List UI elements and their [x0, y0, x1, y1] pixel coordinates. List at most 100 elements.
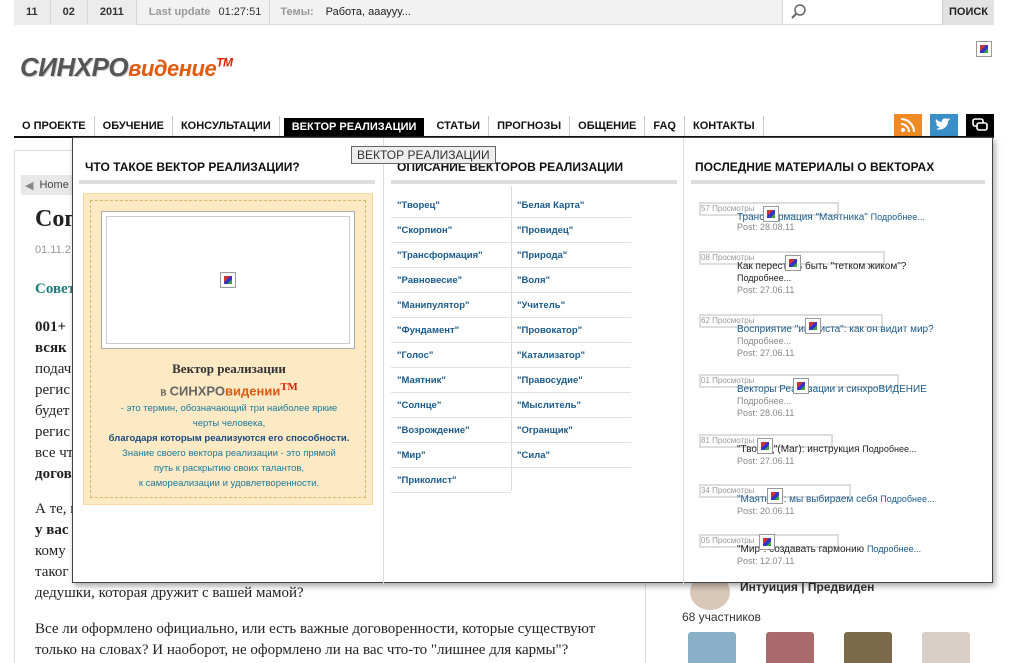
col-heading-what-is: ЧТО ТАКОЕ ВЕКТОР РЕАЛИЗАЦИИ?: [85, 160, 300, 174]
logo-part-synchro: СИНХРО: [20, 52, 129, 82]
box-text: черты человека,: [192, 418, 266, 429]
vector-mega-menu: ЧТО ТАКОЕ ВЕКТОР РЕАЛИЗАЦИИ? Вектор реал…: [72, 137, 993, 584]
last-update-label: Last update: [148, 6, 211, 18]
vector-link[interactable]: "Правосудие": [511, 368, 631, 393]
search-input[interactable]: [782, 0, 942, 24]
brand-tm: TM: [280, 381, 298, 393]
article-line: 001+: [35, 319, 67, 335]
post-date: Post: 27.06.11: [737, 456, 795, 466]
article-line: все чт: [35, 445, 74, 461]
vector-link[interactable]: "Огранщик": [511, 418, 631, 443]
avatar[interactable]: [688, 632, 736, 663]
post-title-link[interactable]: "Маятник": мы выбираем себя: [737, 494, 878, 505]
avatar[interactable]: [844, 632, 892, 663]
nav-item-community[interactable]: ОБЩЕНИЕ: [570, 116, 646, 136]
box-text: к самореализации и удовлетворенности.: [138, 478, 320, 489]
member-count[interactable]: 68 участников: [682, 610, 761, 624]
date-year: 2011: [87, 0, 137, 25]
vector-link[interactable]: "Фундамент": [391, 318, 511, 343]
chat-icon[interactable]: [966, 114, 994, 136]
broken-image-icon: [793, 378, 809, 394]
vector-link[interactable]: "Возрождение": [391, 418, 511, 443]
nav-item-consultations[interactable]: КОНСУЛЬТАЦИИ: [173, 116, 280, 136]
post-title-link[interactable]: Векторы Реализации и синхроВИДЕНИЕ: [737, 384, 927, 395]
vector-link[interactable]: "Манипулятор": [391, 293, 511, 318]
search-button[interactable]: ПОИСК: [942, 0, 994, 25]
search-icon: [791, 4, 806, 19]
broken-image-icon: [757, 438, 773, 454]
post-date: Post: 20.06.11: [737, 506, 795, 516]
nav-item-forecasts[interactable]: ПРОГНОЗЫ: [489, 116, 571, 136]
nav-item-articles[interactable]: СТАТЬИ: [428, 116, 490, 136]
nav-item-vector[interactable]: ВЕКТОР РЕАЛИЗАЦИИ: [283, 118, 425, 136]
box-brand-line: в СИНХРОвиденииTM: [91, 381, 367, 399]
post-title-link[interactable]: "Мир": создавать гармонию: [737, 544, 864, 555]
vector-link[interactable]: "Сила": [511, 443, 631, 468]
article-line: регис: [35, 424, 70, 440]
vector-link[interactable]: "Голос": [391, 343, 511, 368]
nav-item-faq[interactable]: FAQ: [645, 116, 685, 136]
broken-image-icon: [976, 41, 992, 57]
tooltip: ВЕКТОР РЕАЛИЗАЦИИ: [351, 146, 496, 164]
article-date: 01.11.2: [35, 244, 71, 256]
post-more-link[interactable]: Подробнее...: [867, 544, 921, 554]
vector-link[interactable]: "Катализатор": [511, 343, 631, 368]
vector-link[interactable]: "Трансформация": [391, 243, 511, 268]
breadcrumb-home[interactable]: Home: [39, 179, 68, 191]
article-line: таког: [35, 564, 69, 580]
vector-link[interactable]: "Маятник": [391, 368, 511, 393]
article-line: дедушки, которая дружит с вашей мамой?: [35, 585, 304, 601]
post-title-link[interactable]: Восприятие "иколиста": как он видит мир?: [737, 324, 934, 335]
vector-link[interactable]: "Равновесие": [391, 268, 511, 293]
rss-icon[interactable]: [894, 114, 922, 136]
post-date: Post: 28.06.11: [737, 408, 795, 418]
definition-box: Вектор реализации в СИНХРОвиденииTM - эт…: [83, 193, 373, 505]
avatar[interactable]: [922, 632, 970, 663]
brand-part-synchro: СИНХРО: [169, 383, 226, 399]
nav-item-contacts[interactable]: КОНТАКТЫ: [685, 116, 764, 136]
vector-link[interactable]: "Природа": [511, 243, 631, 268]
box-text: - это термин, обозначающий три наиболее …: [120, 403, 338, 414]
vector-link[interactable]: "Провокатор": [511, 318, 631, 343]
box-text: Знание своего вектора реализации - это п…: [122, 448, 336, 459]
broken-image-icon: [805, 318, 821, 334]
broken-image-icon: [763, 206, 779, 222]
vector-link[interactable]: "Приколист": [391, 468, 511, 493]
post-more-link[interactable]: Подробнее...: [737, 336, 791, 346]
vector-link[interactable]: "Творец": [391, 193, 511, 218]
vector-link[interactable]: "Белая Карта": [511, 193, 631, 218]
topics-value[interactable]: Работа, аааууу...: [324, 6, 782, 18]
post-more-link[interactable]: Подробнее...: [862, 444, 916, 454]
post-more-link[interactable]: Подробнее...: [880, 494, 934, 504]
post-more-link[interactable]: Подробнее...: [737, 273, 791, 283]
vector-link[interactable]: "Мыслитель": [511, 393, 631, 418]
box-text: путь к раскрытию своих талантов,: [153, 463, 305, 474]
article-line: только на словах? И наоборот, не оформле…: [35, 642, 569, 658]
article-line: регис: [35, 382, 70, 398]
twitter-icon[interactable]: [930, 114, 958, 136]
vector-link[interactable]: "Учитель": [511, 293, 631, 318]
post-title-link[interactable]: "Творец"(Маг): инструкция: [737, 444, 860, 455]
topics-label: Темы:: [269, 0, 323, 25]
post-more-link[interactable]: Подробнее...: [737, 396, 791, 406]
box-title: Вектор реализации: [172, 361, 286, 376]
broken-image-icon: [785, 255, 801, 271]
vector-link[interactable]: "Мир": [391, 443, 511, 468]
broken-image-icon: [767, 488, 783, 504]
top-bar: 11 02 2011 Last update 01:27:51 Темы: Ра…: [14, 0, 994, 25]
post-title-link[interactable]: Как перестать быть "тетком жиком"?: [737, 261, 906, 272]
nav-item-about[interactable]: О ПРОЕКТЕ: [14, 116, 95, 136]
vector-link[interactable]: "Провидец": [511, 218, 631, 243]
avatar[interactable]: [766, 632, 814, 663]
article-line: догов: [35, 466, 72, 482]
nav-item-training[interactable]: ОБУЧЕНИЕ: [95, 116, 173, 136]
article-line: всяк: [35, 340, 67, 356]
post-date: Post: 28.08.11: [737, 222, 795, 232]
vector-link[interactable]: "Скорпион": [391, 218, 511, 243]
box-text: благодаря которым реализуются его способ…: [108, 433, 350, 444]
vector-link[interactable]: "Солнце": [391, 393, 511, 418]
article-line: кому: [35, 543, 66, 559]
post-more-link[interactable]: Подробнее...: [871, 212, 925, 222]
vector-link[interactable]: "Воля": [511, 268, 631, 293]
site-logo[interactable]: СИНХРОвидениеTM: [20, 52, 233, 83]
